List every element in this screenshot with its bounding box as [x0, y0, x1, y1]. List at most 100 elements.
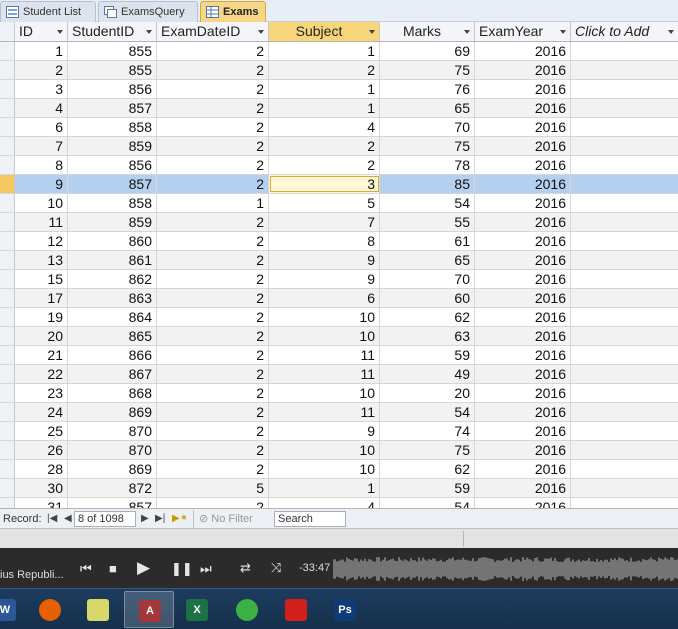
- click-to-add-cell[interactable]: [571, 270, 678, 288]
- first-record-icon[interactable]: |◀: [47, 513, 57, 524]
- column-header-subject[interactable]: Subject: [269, 22, 380, 41]
- click-to-add-cell[interactable]: [571, 80, 678, 98]
- click-to-add-cell[interactable]: [571, 365, 678, 383]
- examyear-cell[interactable]: 2016: [475, 422, 571, 440]
- table-row[interactable]: 23 868 2 10 20 2016: [0, 384, 678, 403]
- click-to-add-cell[interactable]: [571, 498, 678, 508]
- select-all-box[interactable]: [0, 22, 15, 41]
- examdateid-cell[interactable]: 2: [157, 498, 269, 508]
- studentid-cell[interactable]: 863: [68, 289, 157, 307]
- play-icon[interactable]: ▶: [137, 558, 150, 578]
- studentid-cell[interactable]: 865: [68, 327, 157, 345]
- record-selector[interactable]: [0, 80, 15, 98]
- click-to-add-cell[interactable]: [571, 42, 678, 60]
- examdateid-cell[interactable]: 2: [157, 232, 269, 250]
- examdateid-cell[interactable]: 2: [157, 403, 269, 421]
- marks-cell[interactable]: 70: [380, 270, 475, 288]
- examyear-cell[interactable]: 2016: [475, 194, 571, 212]
- id-cell[interactable]: 23: [15, 384, 68, 402]
- subject-cell[interactable]: 1: [269, 99, 380, 117]
- click-to-add-cell[interactable]: [571, 441, 678, 459]
- subject-cell[interactable]: 10: [269, 327, 380, 345]
- marks-cell[interactable]: 20: [380, 384, 475, 402]
- examyear-cell[interactable]: 2016: [475, 42, 571, 60]
- examdateid-cell[interactable]: 2: [157, 99, 269, 117]
- marks-cell[interactable]: 54: [380, 194, 475, 212]
- sort-dropdown-icon[interactable]: [560, 30, 566, 34]
- examyear-cell[interactable]: 2016: [475, 137, 571, 155]
- sort-dropdown-icon[interactable]: [57, 30, 63, 34]
- id-cell[interactable]: 26: [15, 441, 68, 459]
- studentid-cell[interactable]: 870: [68, 441, 157, 459]
- click-to-add-cell[interactable]: [571, 479, 678, 497]
- sort-dropdown-icon[interactable]: [668, 30, 674, 34]
- click-to-add-cell[interactable]: [571, 137, 678, 155]
- examyear-cell[interactable]: 2016: [475, 61, 571, 79]
- marks-cell[interactable]: 75: [380, 137, 475, 155]
- examyear-cell[interactable]: 2016: [475, 308, 571, 326]
- column-header-marks[interactable]: Marks: [380, 22, 475, 41]
- table-row[interactable]: 10 858 1 5 54 2016: [0, 194, 678, 213]
- studentid-cell[interactable]: 855: [68, 42, 157, 60]
- sort-dropdown-icon[interactable]: [258, 30, 264, 34]
- tab-examsquery[interactable]: ExamsQuery: [98, 1, 198, 22]
- search-input[interactable]: Search: [274, 511, 346, 527]
- record-selector[interactable]: [0, 213, 15, 231]
- record-selector[interactable]: [0, 99, 15, 117]
- column-header-id[interactable]: ID: [15, 22, 68, 41]
- record-selector[interactable]: [0, 251, 15, 269]
- id-cell[interactable]: 30: [15, 479, 68, 497]
- click-to-add-cell[interactable]: [571, 175, 678, 193]
- taskbar-excel-button[interactable]: X: [172, 591, 222, 628]
- record-selector[interactable]: [0, 365, 15, 383]
- click-to-add-cell[interactable]: [571, 346, 678, 364]
- click-to-add-cell[interactable]: [571, 118, 678, 136]
- next-record-icon[interactable]: ▶: [141, 513, 149, 524]
- click-to-add-cell[interactable]: [571, 251, 678, 269]
- subject-cell[interactable]: 10: [269, 460, 380, 478]
- click-to-add-cell[interactable]: [571, 289, 678, 307]
- click-to-add-cell[interactable]: [571, 327, 678, 345]
- repeat-icon[interactable]: ⇄: [240, 560, 251, 576]
- subject-cell[interactable]: 3: [269, 175, 380, 193]
- examdateid-cell[interactable]: 2: [157, 61, 269, 79]
- taskbar-project-button[interactable]: [73, 591, 123, 628]
- examyear-cell[interactable]: 2016: [475, 232, 571, 250]
- last-record-icon[interactable]: ▶|: [155, 513, 165, 524]
- record-selector[interactable]: [0, 137, 15, 155]
- studentid-cell[interactable]: 870: [68, 422, 157, 440]
- examdateid-cell[interactable]: 2: [157, 213, 269, 231]
- studentid-cell[interactable]: 858: [68, 194, 157, 212]
- table-row[interactable]: 11 859 2 7 55 2016: [0, 213, 678, 232]
- examyear-cell[interactable]: 2016: [475, 118, 571, 136]
- record-selector[interactable]: [0, 422, 15, 440]
- subject-cell[interactable]: 1: [269, 80, 380, 98]
- studentid-cell[interactable]: 859: [68, 213, 157, 231]
- examdateid-cell[interactable]: 2: [157, 365, 269, 383]
- subject-cell[interactable]: 10: [269, 441, 380, 459]
- id-cell[interactable]: 4: [15, 99, 68, 117]
- subject-cell[interactable]: 2: [269, 61, 380, 79]
- studentid-cell[interactable]: 859: [68, 137, 157, 155]
- table-row[interactable]: 31 857 2 4 54 2016: [0, 498, 678, 508]
- examdateid-cell[interactable]: 2: [157, 42, 269, 60]
- marks-cell[interactable]: 59: [380, 346, 475, 364]
- record-selector[interactable]: [0, 270, 15, 288]
- stop-icon[interactable]: ■: [109, 561, 117, 576]
- examyear-cell[interactable]: 2016: [475, 270, 571, 288]
- studentid-cell[interactable]: 855: [68, 61, 157, 79]
- examdateid-cell[interactable]: 2: [157, 175, 269, 193]
- taskbar-sync-button[interactable]: [222, 591, 272, 628]
- new-record-icon[interactable]: ▶✶: [172, 513, 188, 524]
- examdateid-cell[interactable]: 2: [157, 137, 269, 155]
- table-row[interactable]: 24 869 2 11 54 2016: [0, 403, 678, 422]
- marks-cell[interactable]: 75: [380, 441, 475, 459]
- record-selector[interactable]: [0, 498, 15, 508]
- studentid-cell[interactable]: 856: [68, 80, 157, 98]
- taskbar-acrobat-button[interactable]: [271, 591, 321, 628]
- examdateid-cell[interactable]: 5: [157, 479, 269, 497]
- record-selector[interactable]: [0, 441, 15, 459]
- table-row[interactable]: 17 863 2 6 60 2016: [0, 289, 678, 308]
- examyear-cell[interactable]: 2016: [475, 498, 571, 508]
- id-cell[interactable]: 22: [15, 365, 68, 383]
